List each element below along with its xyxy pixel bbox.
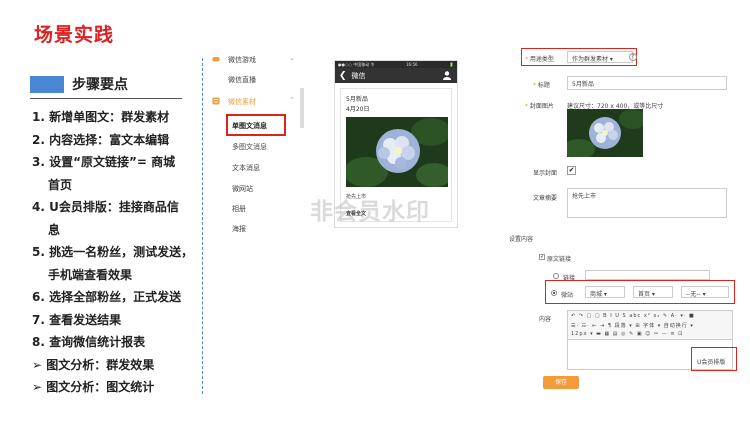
article-form: * 用途类型 作为群发素材 ▾ ? * 标题 5月新品 * 封面图片 建议尺寸：… xyxy=(505,44,745,404)
slide-title: 场景实践 xyxy=(34,24,115,46)
back-icon[interactable]: ❮ xyxy=(339,71,347,81)
sidebar-item-album[interactable]: 相册 xyxy=(232,204,246,214)
micro-option-label: 微站 xyxy=(561,292,574,299)
watermark: 非会员水印 xyxy=(310,199,430,225)
sidebar-item-poster[interactable]: 海报 xyxy=(232,224,246,234)
step-subitem: ➢ 图文分析：图文统计 xyxy=(32,380,155,394)
heading-marker xyxy=(30,76,64,93)
phone-status-bar: ●●○○ 中国移动 令 16:56 🔋 xyxy=(335,61,457,68)
hydrangea-image xyxy=(346,117,448,187)
sidebar-item-text-message[interactable]: 文本消息 xyxy=(232,163,260,173)
rich-text-toolbar[interactable]: ↶ ↷ ▢ ▢ B I U S abc x² x₂ ✎ A· ▾· ■ ☰· ☷… xyxy=(567,310,733,340)
summary-textarea[interactable]: 抢先上市 xyxy=(567,188,727,218)
original-link-label: 原文链接 xyxy=(547,256,572,263)
toolbar-row-3[interactable]: 12px ▾ ▬ ▦ ▤ ◎ ✎ ▣ ☺ ✂ — ≡ ⊡ xyxy=(571,331,683,337)
status-time: 16:56 xyxy=(406,62,418,67)
game-icon xyxy=(212,57,220,62)
step-item-continued: 手机端查看效果 xyxy=(48,267,133,282)
person-icon[interactable] xyxy=(443,71,451,80)
chevron-up-icon[interactable]: ⌃ xyxy=(289,96,295,104)
material-icon xyxy=(212,97,220,105)
u-member-layout-button[interactable]: U会员排版 xyxy=(697,357,725,366)
step-item: 2. 内容选择：富文本编辑 xyxy=(32,132,170,147)
toolbar-row-2[interactable]: ☰· ☷· ⇤ ⇥ ¶ 段落 ▾ ⊞ 字体 ▾ 自动换行 ▾ xyxy=(571,322,694,329)
heading-underline xyxy=(30,98,182,99)
steps-heading-label: 步骤要点 xyxy=(72,77,128,93)
dashed-divider xyxy=(202,58,203,394)
original-link-checkbox[interactable]: ✔ xyxy=(539,254,545,260)
mall-select[interactable]: 商城 ▾ xyxy=(585,286,625,298)
sidebar-item-wechat-material[interactable]: 微信素材 xyxy=(228,97,256,107)
sidebar-menu: 微信游戏 ⌄ 微信直播 微信素材 ⌃ 单图文消息 多图文消息 文本消息 微网站 … xyxy=(212,44,308,269)
cover-image[interactable] xyxy=(567,109,643,157)
micro-radio[interactable] xyxy=(551,290,557,296)
step-item: 5. 挑选一名粉丝，测试发送， xyxy=(32,245,194,259)
carrier-text: ●●○○ 中国移动 令 xyxy=(338,62,375,67)
step-item: 4. U会员排版：挂接商品信 xyxy=(32,200,179,214)
card-title: 5月新品 xyxy=(346,96,368,103)
toolbar-row-1[interactable]: ↶ ↷ ▢ ▢ B I U S abc x² x₂ ✎ A· ▾· ■ xyxy=(571,313,695,319)
step-item: 8. 查询微信统计报表 xyxy=(32,335,146,349)
card-date: 4月20日 xyxy=(346,106,370,113)
show-cover-label: 显示封面 xyxy=(533,170,558,177)
settings-label: 设置内容 xyxy=(509,236,534,243)
title-input[interactable]: 5月新品 xyxy=(567,76,727,90)
scrollbar[interactable] xyxy=(300,88,304,128)
link-radio[interactable] xyxy=(553,273,559,279)
sidebar-item-single-article[interactable]: 单图文消息 xyxy=(232,121,267,131)
steps-heading: 步骤要点 xyxy=(30,74,190,99)
show-cover-checkbox[interactable]: ✔ xyxy=(567,166,576,175)
title-label: * 标题 xyxy=(533,82,550,89)
battery-icon: 🔋 xyxy=(449,62,454,67)
cover-label: * 封面图片 xyxy=(525,103,554,110)
summary-label: 文章摘要 xyxy=(533,195,558,202)
sidebar-item-wechat-live[interactable]: 微信直播 xyxy=(228,75,256,85)
step-item: 3. 设置“原文链接”= 商城 xyxy=(32,155,176,169)
content-label: 内容 xyxy=(539,316,552,323)
sidebar-item-multi-article[interactable]: 多图文消息 xyxy=(232,142,267,152)
link-input[interactable] xyxy=(585,270,710,280)
help-icon[interactable]: ? xyxy=(629,53,637,61)
step-item: 7. 查看发送结果 xyxy=(32,312,122,327)
none-select[interactable]: --无-- ▾ xyxy=(681,286,729,298)
phone-nav-bar: ❮ 微信 xyxy=(335,68,457,83)
phone-nav-title: 微信 xyxy=(351,71,366,80)
step-item-continued: 息 xyxy=(48,222,61,237)
steps-list: 1. 新增单图文：群发素材 2. 内容选择：富文本编辑 3. 设置“原文链接”=… xyxy=(32,106,202,399)
step-item-continued: 首页 xyxy=(48,177,73,192)
sidebar-item-micro-site[interactable]: 微网站 xyxy=(232,184,253,194)
home-select[interactable]: 首页 ▾ xyxy=(633,286,673,298)
step-item: 1. 新增单图文：群发素材 xyxy=(32,110,170,124)
step-subitem: ➢ 图文分析：群发效果 xyxy=(32,357,155,372)
chevron-down-icon[interactable]: ⌄ xyxy=(289,54,295,62)
usage-label: * 用途类型 xyxy=(525,56,554,63)
sidebar-item-wechat-game[interactable]: 微信游戏 xyxy=(228,55,256,65)
step-item: 6. 选择全部粉丝，正式发送 xyxy=(32,290,182,304)
usage-select[interactable]: 作为群发素材 ▾ xyxy=(567,51,633,63)
save-button[interactable]: 保存 xyxy=(543,376,579,389)
